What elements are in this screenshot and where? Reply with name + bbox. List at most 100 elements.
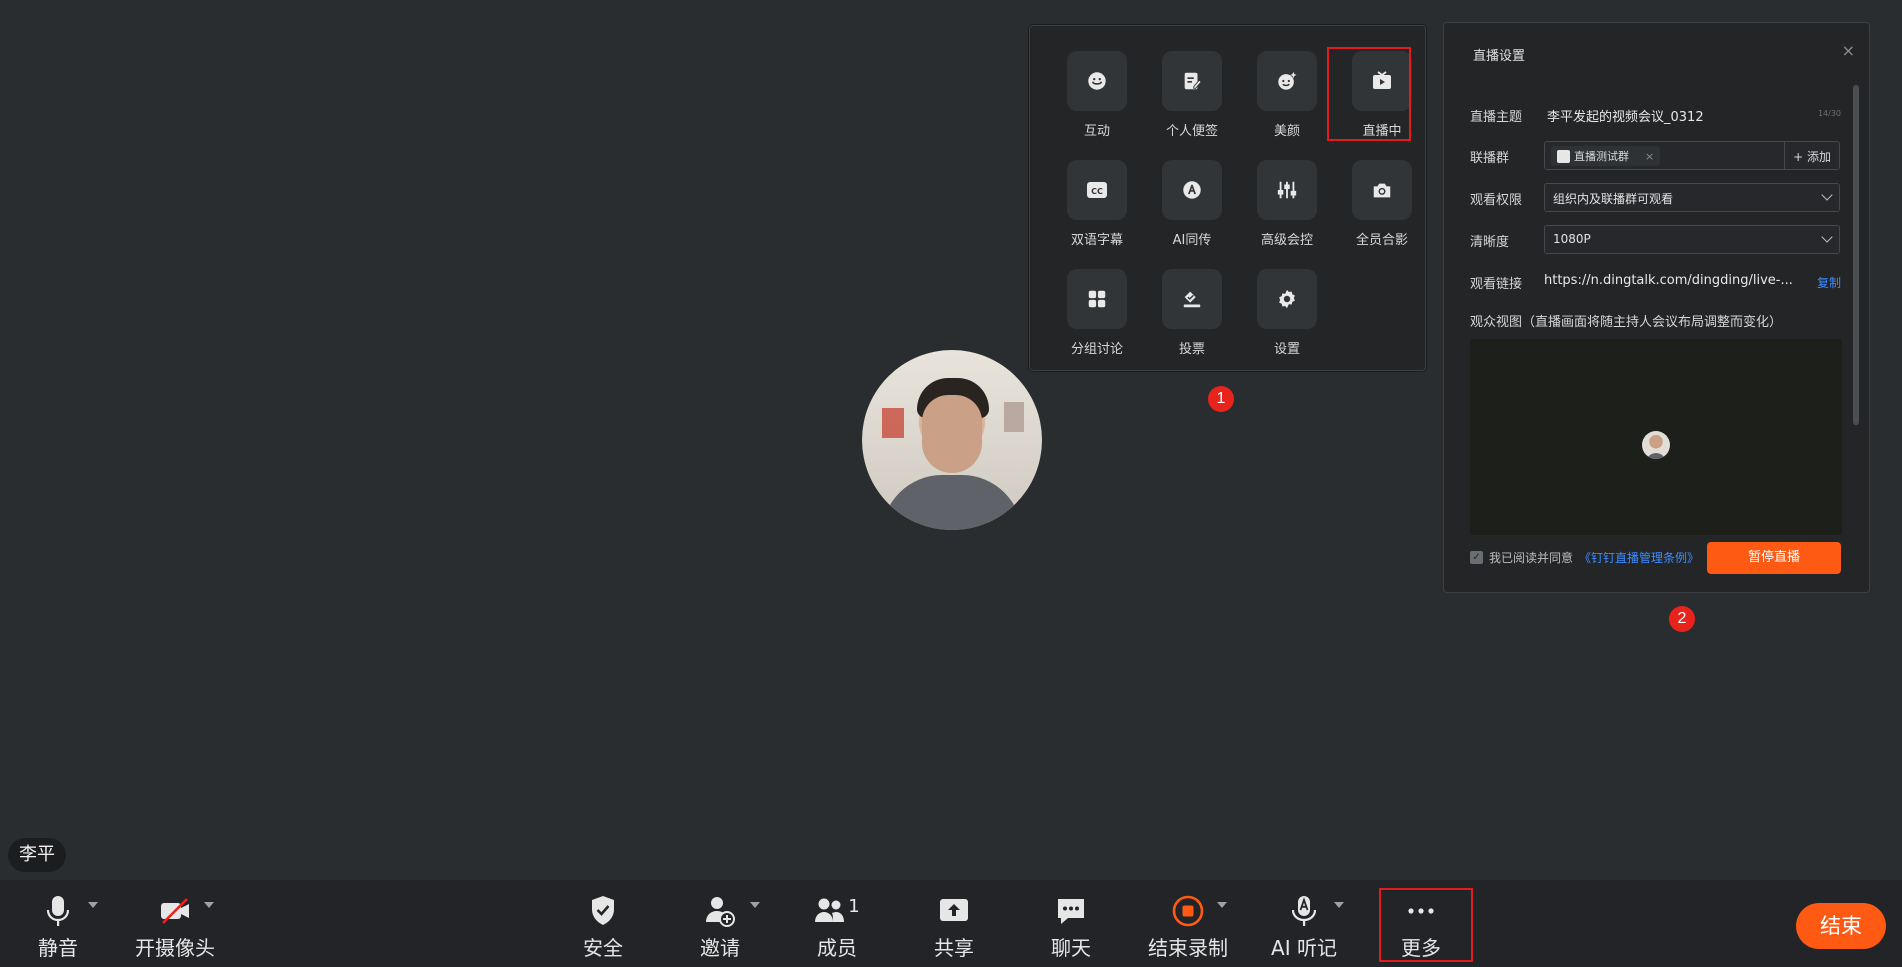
- step-marker-1: 1: [1208, 386, 1234, 412]
- group-field[interactable]: 直播测试群 × + 添加: [1544, 141, 1840, 170]
- tool-label: 高级会控: [1260, 233, 1313, 248]
- invite-options-caret[interactable]: [750, 902, 760, 908]
- step-marker-2: 2: [1669, 606, 1695, 632]
- chevron-down-icon: [1821, 189, 1833, 201]
- tool-label: 分组讨论: [1070, 342, 1123, 357]
- members-button[interactable]: 1 成员: [792, 892, 882, 961]
- chevron-down-icon: [1821, 231, 1833, 243]
- share-screen-icon: [909, 892, 999, 930]
- group-chip: 直播测试群 ×: [1551, 146, 1661, 166]
- tool-group-photo[interactable]: 全员合影: [1342, 160, 1422, 252]
- topic-counter: 14/30: [1817, 109, 1841, 118]
- participant-name-tag: 李平: [8, 838, 66, 872]
- permission-label: 观看权限: [1470, 193, 1523, 208]
- quality-label: 清晰度: [1470, 235, 1510, 250]
- members-icon: 1: [792, 892, 882, 930]
- tool-label: 互动: [1083, 124, 1110, 139]
- share-label: 共享: [934, 936, 974, 960]
- tool-label: 投票: [1178, 342, 1205, 357]
- panel-scrollbar[interactable]: [1853, 85, 1859, 425]
- mute-label: 静音: [38, 936, 78, 960]
- note-edit-icon: [1162, 51, 1222, 111]
- group-icon: [1557, 149, 1570, 163]
- shield-icon: [558, 892, 648, 930]
- camera-icon: [1352, 160, 1412, 220]
- tool-interact[interactable]: 互动: [1057, 51, 1137, 143]
- agree-text: 我已阅读并同意: [1489, 551, 1574, 565]
- permission-value: 组织内及联播群可观看: [1553, 192, 1674, 206]
- ai-translate-icon: [1162, 160, 1222, 220]
- tool-vote[interactable]: 投票: [1152, 269, 1232, 361]
- record-stop-icon: [1142, 892, 1234, 930]
- share-button[interactable]: 共享: [909, 892, 999, 961]
- chat-icon: [1026, 892, 1116, 930]
- agreement-link[interactable]: 《钉钉直播管理条例》: [1579, 549, 1699, 566]
- tool-label: 美颜: [1273, 124, 1300, 139]
- security-label: 安全: [583, 936, 623, 960]
- recording-options-caret[interactable]: [1217, 902, 1227, 908]
- tool-bilingual-subtitles[interactable]: CC 双语字幕: [1057, 160, 1137, 252]
- add-group-button[interactable]: + 添加: [1784, 142, 1839, 169]
- tool-label: 全员合影: [1355, 233, 1408, 248]
- camera-label: 开摄像头: [135, 936, 215, 960]
- svg-text:CC: CC: [1091, 187, 1103, 196]
- camera-off-icon: [130, 892, 220, 930]
- permission-select[interactable]: 组织内及联播群可观看: [1544, 183, 1840, 212]
- vote-icon: [1162, 269, 1222, 329]
- tool-label: 设置: [1273, 342, 1300, 357]
- ai-mic-icon: [1259, 892, 1349, 930]
- ai-notes-options-caret[interactable]: [1334, 902, 1344, 908]
- link-label: 观看链接: [1470, 277, 1523, 292]
- quality-select[interactable]: 1080P: [1544, 225, 1840, 254]
- tool-beauty[interactable]: 美颜: [1247, 51, 1327, 143]
- stop-recording-label: 结束录制: [1148, 936, 1228, 960]
- agree-checkbox[interactable]: ✓: [1470, 551, 1483, 564]
- tool-settings[interactable]: 设置: [1247, 269, 1327, 361]
- grid-icon: [1067, 269, 1127, 329]
- remove-icon[interactable]: ×: [1645, 150, 1654, 163]
- meeting-toolbar: 静音 开摄像头 安全 邀请 1 成员 共享 聊天 结束录制 AI 听记 更多: [0, 880, 1902, 967]
- tool-label: 个人便签: [1165, 124, 1218, 139]
- group-chip-label: 直播测试群: [1574, 150, 1629, 163]
- beauty-icon: [1257, 51, 1317, 111]
- members-count: 1: [848, 895, 860, 917]
- smile-icon: [1067, 51, 1127, 111]
- panel-title: 直播设置: [1473, 49, 1526, 64]
- viewer-view-label: 观众视图（直播画面将随主持人会议布局调整而变化）: [1470, 315, 1783, 330]
- tool-label: 双语字幕: [1070, 233, 1123, 248]
- ai-notes-label: AI 听记: [1271, 936, 1337, 960]
- link-value: https://n.dingtalk.com/dingding/live-...: [1544, 273, 1793, 288]
- preview-avatar: [1642, 431, 1670, 459]
- copy-link-button[interactable]: 复制: [1817, 274, 1841, 291]
- participant-avatar: [862, 350, 1042, 530]
- close-icon[interactable]: ×: [1842, 41, 1855, 60]
- members-label: 成员: [817, 936, 857, 960]
- live-tool-highlight: [1327, 47, 1411, 141]
- tool-label: AI同传: [1172, 233, 1212, 248]
- mute-options-caret[interactable]: [88, 902, 98, 908]
- quality-value: 1080P: [1553, 232, 1591, 246]
- more-button-highlight: [1379, 888, 1473, 962]
- agreement-row: ✓ 我已阅读并同意 《钉钉直播管理条例》: [1470, 549, 1699, 566]
- chat-label: 聊天: [1051, 936, 1091, 960]
- gear-icon: [1257, 269, 1317, 329]
- invite-label: 邀请: [700, 936, 740, 960]
- tool-advanced-control[interactable]: 高级会控: [1247, 160, 1327, 252]
- camera-options-caret[interactable]: [204, 902, 214, 908]
- chat-button[interactable]: 聊天: [1026, 892, 1116, 961]
- microphone-icon: [13, 892, 103, 930]
- security-button[interactable]: 安全: [558, 892, 648, 961]
- add-user-icon: [675, 892, 765, 930]
- tool-breakout-rooms[interactable]: 分组讨论: [1057, 269, 1137, 361]
- pause-live-button[interactable]: 暂停直播: [1707, 542, 1841, 574]
- tool-personal-note[interactable]: 个人便签: [1152, 51, 1232, 143]
- viewer-preview: [1470, 339, 1842, 535]
- tool-ai-interpretation[interactable]: AI同传: [1152, 160, 1232, 252]
- sliders-icon: [1257, 160, 1317, 220]
- live-settings-panel: 直播设置 × 直播主题 李平发起的视频会议_0312 14/30 直播测试群 ×…: [1443, 22, 1870, 593]
- group-label: 联播群: [1470, 151, 1510, 166]
- topic-label: 直播主题: [1470, 110, 1523, 125]
- topic-input[interactable]: 李平发起的视频会议_0312: [1547, 106, 1704, 125]
- cc-icon: CC: [1067, 160, 1127, 220]
- end-meeting-button[interactable]: 结束: [1796, 903, 1886, 949]
